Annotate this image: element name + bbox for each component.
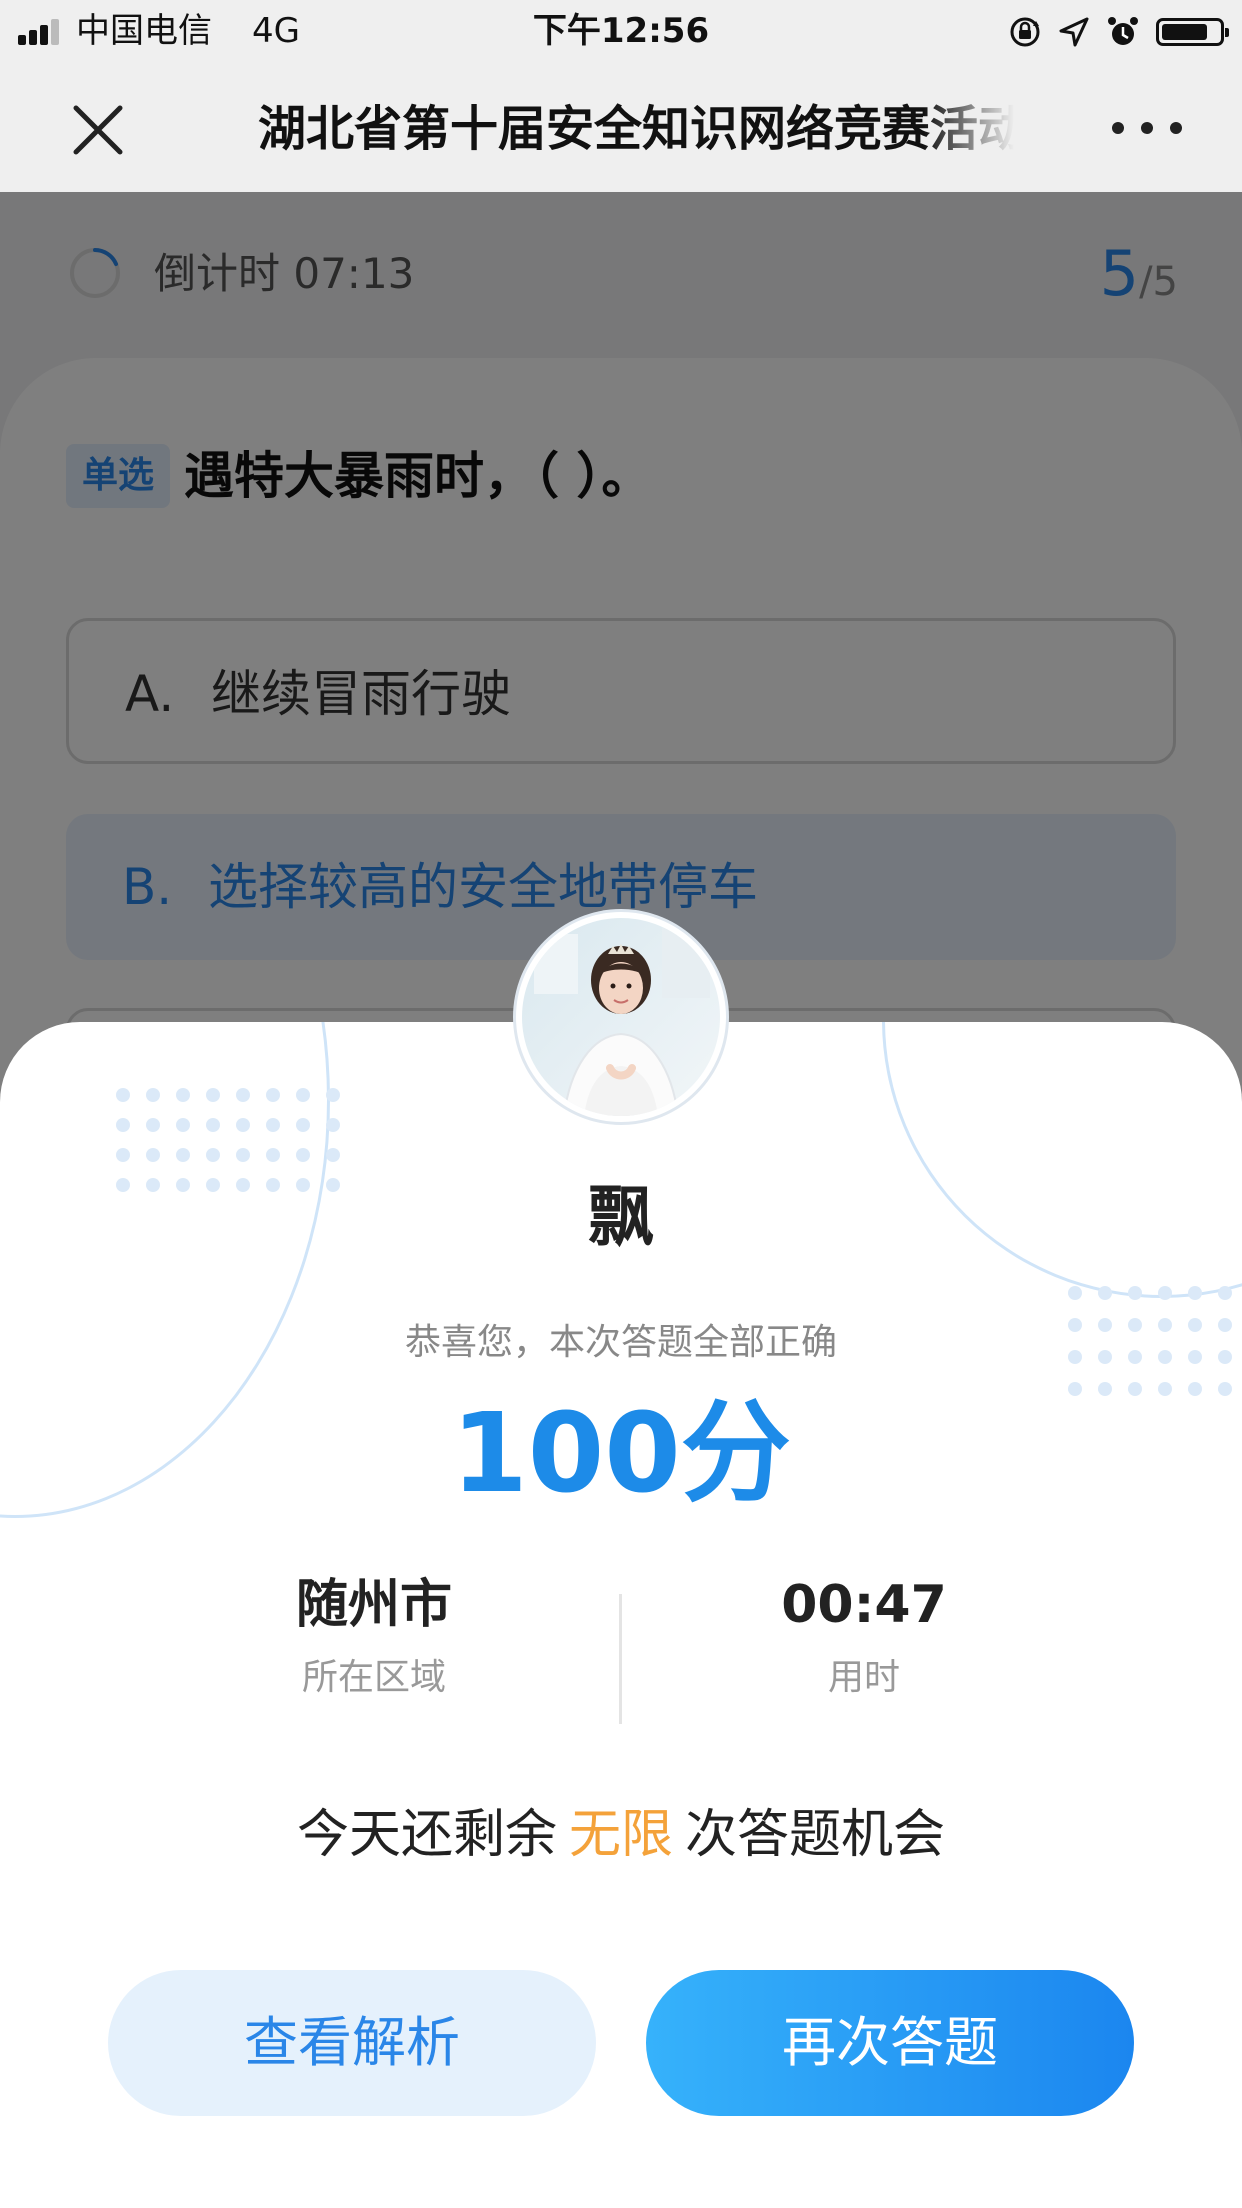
congrats-message: 恭喜您，本次答题全部正确 — [404, 1322, 837, 1363]
time-stat: 00:47 用时 — [664, 1568, 1064, 1706]
battery-icon — [1156, 18, 1229, 46]
remaining-chances: 今天还剩余 无限 次答题机会 — [0, 1800, 1242, 1870]
result-stats: 随州市 所在区域 00:47 用时 — [0, 1568, 1242, 1724]
chances-suffix: 次答题机会 — [685, 1805, 946, 1865]
rotation-lock-icon — [1010, 17, 1040, 47]
nav-bar: 湖北省第十届安全知识网络竞赛活动 — [0, 62, 1242, 192]
location-arrow-icon — [1059, 17, 1089, 47]
region-label: 所在区域 — [301, 1657, 446, 1698]
region-value: 随州市 — [295, 1575, 452, 1635]
avatar — [516, 912, 726, 1122]
avatar-photo — [522, 918, 720, 1116]
page-title: 湖北省第十届安全知识网络竞赛活动 — [258, 101, 1014, 157]
time-value: 00:47 — [781, 1575, 947, 1635]
result-modal: 飘 恭喜您，本次答题全部正确 100分 随州市 所在区域 00:47 用时 今天… — [0, 1022, 1242, 2208]
alarm-clock-icon — [1108, 17, 1138, 45]
status-icons — [1008, 10, 1229, 54]
username: 飘 — [588, 1178, 654, 1255]
close-icon[interactable] — [70, 102, 126, 158]
chances-prefix: 今天还剩余 — [296, 1805, 557, 1865]
time-label: 用时 — [827, 1657, 900, 1698]
retry-quiz-button[interactable]: 再次答题 — [646, 1970, 1134, 2116]
region-stat: 随州市 所在区域 — [174, 1568, 574, 1706]
status-bar: 中国电信 4G 下午12:56 — [0, 0, 1242, 62]
chances-value: 无限 — [568, 1805, 673, 1865]
score: 100分 — [451, 1389, 791, 1517]
view-analysis-button[interactable]: 查看解析 — [108, 1970, 596, 2116]
more-icon[interactable] — [1112, 122, 1182, 136]
stats-divider — [619, 1594, 622, 1724]
